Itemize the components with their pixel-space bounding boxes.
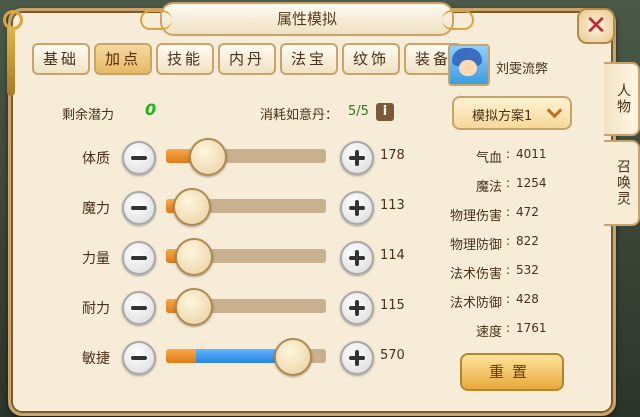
decrease-button[interactable] <box>122 291 156 325</box>
stat-label: 法术防御 <box>449 296 502 311</box>
decrease-button[interactable] <box>122 241 156 275</box>
tab-skills[interactable]: 技能 <box>156 43 214 75</box>
tab-basic[interactable]: 基础 <box>32 43 90 75</box>
stat-row: 气血 : 4011 <box>475 147 547 166</box>
decrease-button[interactable] <box>122 191 156 225</box>
stat-row: 速度 : 1761 <box>475 321 547 340</box>
stat-value: 822 <box>516 234 539 248</box>
stat-row: 物理伤害 : 472 <box>449 205 539 224</box>
increase-button[interactable] <box>340 241 374 275</box>
attribute-label: 魔力 <box>82 201 110 217</box>
stat-value: 428 <box>516 292 539 306</box>
minus-icon <box>131 356 147 360</box>
stat-label: 法术伤害 <box>449 267 502 282</box>
stat-value: 472 <box>516 205 539 219</box>
slider-knob[interactable] <box>173 188 211 226</box>
attribute-value: 178 <box>380 148 405 163</box>
stat-label: 速度 <box>475 325 502 340</box>
ornament-tassel <box>7 26 15 96</box>
stat-value: 1254 <box>516 176 547 190</box>
attribute-label: 耐力 <box>82 301 110 317</box>
decrease-button[interactable] <box>122 341 156 375</box>
tab-ornament[interactable]: 纹饰 <box>342 43 400 75</box>
potential-value: 0 <box>145 100 157 119</box>
attribute-value: 570 <box>380 348 405 363</box>
attribute-row: 魔力 113 <box>30 186 442 226</box>
attribute-row: 力量 114 <box>30 236 442 276</box>
window-title-bar: 属性模拟 <box>140 2 474 36</box>
avatar <box>448 44 490 86</box>
increase-button[interactable] <box>340 291 374 325</box>
tassel-ornament <box>0 10 23 100</box>
point-allocation-section: 剩余潜力 0 消耗如意丹： 5/5 i 体质 178 魔力 113 力量 114… <box>30 88 442 388</box>
cost-label: 消耗如意丹： <box>260 108 339 123</box>
character-name: 刘雯流弊 <box>496 62 549 77</box>
window-title: 属性模拟 <box>276 10 337 28</box>
stat-row: 法术伤害 : 532 <box>449 263 539 282</box>
stat-row: 法术防御 : 428 <box>449 292 539 311</box>
attribute-value: 114 <box>380 248 405 263</box>
stat-label: 气血 <box>475 151 502 166</box>
attribute-row: 敏捷 570 <box>30 336 442 376</box>
stat-value: 4011 <box>516 147 547 161</box>
tab-treasure[interactable]: 法宝 <box>280 43 338 75</box>
title-ornament-left <box>140 10 172 30</box>
increase-button[interactable] <box>340 191 374 225</box>
slider-knob[interactable] <box>189 138 227 176</box>
minus-icon <box>131 156 147 160</box>
character-summary: 刘雯流弊 模拟方案1 气血 : 4011 魔法 : 1254 物理伤害 : 47… <box>444 40 576 400</box>
stat-row: 物理防御 : 822 <box>449 234 539 253</box>
stat-label: 物理伤害 <box>449 209 502 224</box>
minus-icon <box>131 256 147 260</box>
avatar-face <box>459 60 477 76</box>
stat-row: 魔法 : 1254 <box>475 176 547 195</box>
minus-icon <box>131 206 147 210</box>
decrease-button[interactable] <box>122 141 156 175</box>
stat-label: 魔法 <box>475 180 502 195</box>
attribute-value: 113 <box>380 198 405 213</box>
tab-bar: 基础 加点 技能 内丹 法宝 纹饰 装备 <box>32 43 462 75</box>
side-tab-summon[interactable]: 召唤灵 <box>604 140 640 226</box>
tab-inner-core[interactable]: 内丹 <box>218 43 276 75</box>
side-tab-character[interactable]: 人物 <box>604 62 640 136</box>
attribute-label: 敏捷 <box>82 351 110 367</box>
reset-button[interactable]: 重置 <box>460 353 564 391</box>
attribute-value: 115 <box>380 298 405 313</box>
chevron-down-icon <box>546 102 563 119</box>
tab-add-points[interactable]: 加点 <box>94 43 152 75</box>
attribute-row: 体质 178 <box>30 136 442 176</box>
stat-value: 532 <box>516 263 539 277</box>
slider-knob[interactable] <box>174 288 213 326</box>
attribute-row: 耐力 115 <box>30 286 442 326</box>
increase-button[interactable] <box>340 341 374 375</box>
scheme-label: 模拟方案1 <box>472 109 533 124</box>
cost-value: 5/5 <box>348 104 369 119</box>
minus-icon <box>131 306 147 310</box>
scheme-dropdown[interactable]: 模拟方案1 <box>452 96 572 130</box>
attribute-label: 力量 <box>82 251 110 267</box>
info-icon[interactable]: i <box>376 103 394 121</box>
increase-button[interactable] <box>340 141 374 175</box>
attribute-label: 体质 <box>82 151 110 167</box>
title-ornament-right <box>442 10 474 30</box>
close-icon: ✕ <box>585 11 607 41</box>
slider-knob[interactable] <box>174 238 213 276</box>
base-fill <box>166 349 197 363</box>
close-button[interactable]: ✕ <box>577 8 615 44</box>
stat-value: 1761 <box>516 321 547 335</box>
potential-label: 剩余潜力 <box>62 108 115 123</box>
slider-knob[interactable] <box>273 338 312 376</box>
stat-label: 物理防御 <box>449 238 502 253</box>
